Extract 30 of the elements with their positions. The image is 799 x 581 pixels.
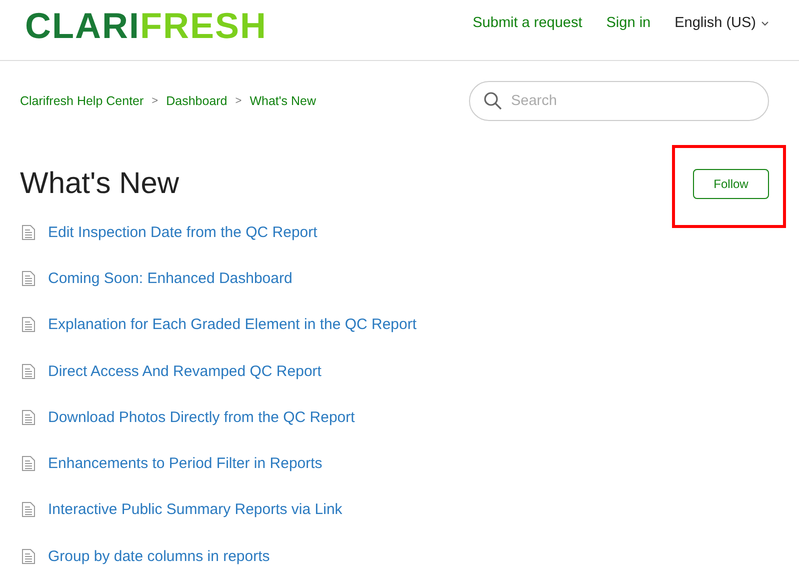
article-link[interactable]: Coming Soon: Enhanced Dashboard [48, 270, 292, 287]
document-icon [22, 456, 35, 472]
breadcrumb-link[interactable]: Dashboard [166, 94, 228, 108]
search-icon [483, 91, 503, 111]
search-field[interactable]: Search [469, 81, 769, 121]
nav-link[interactable]: Submit a request [472, 15, 582, 31]
nav-link[interactable]: Sign in [606, 15, 651, 31]
article-link[interactable]: Direct Access And Revamped QC Report [48, 362, 322, 380]
article-link[interactable]: Edit Inspection Date from the QC Report [48, 224, 318, 241]
article-link[interactable]: Explanation for Each Graded Element in the QC Report [48, 316, 417, 334]
logo[interactable]: CLARIFRESH [25, 8, 268, 52]
document-icon [22, 548, 35, 564]
document-icon [22, 364, 35, 379]
document-icon [22, 502, 35, 518]
article-link[interactable]: Enhancements to Period Filter in Reports [48, 455, 322, 472]
follow-button[interactable]: Follow [693, 169, 769, 199]
language-menu[interactable]: English (US) [674, 15, 769, 31]
document-icon [22, 224, 35, 240]
breadcrumb-link[interactable]: What's New [250, 94, 316, 108]
breadcrumb-separator: > [152, 95, 158, 107]
article-link[interactable]: Download Photos Directly from the QC Report [48, 408, 355, 426]
article-link[interactable]: Interactive Public Summary Reports via Link [48, 501, 342, 518]
document-icon [22, 270, 35, 286]
document-icon [22, 410, 35, 425]
document-icon [22, 317, 35, 332]
page-title: What's New [20, 167, 180, 201]
breadcrumb-separator: > [235, 95, 242, 107]
caret-icon [761, 20, 769, 26]
breadcrumb-link[interactable]: Clarifresh Help Center [20, 94, 144, 108]
article-link[interactable]: Group by date columns in reports [48, 548, 270, 565]
